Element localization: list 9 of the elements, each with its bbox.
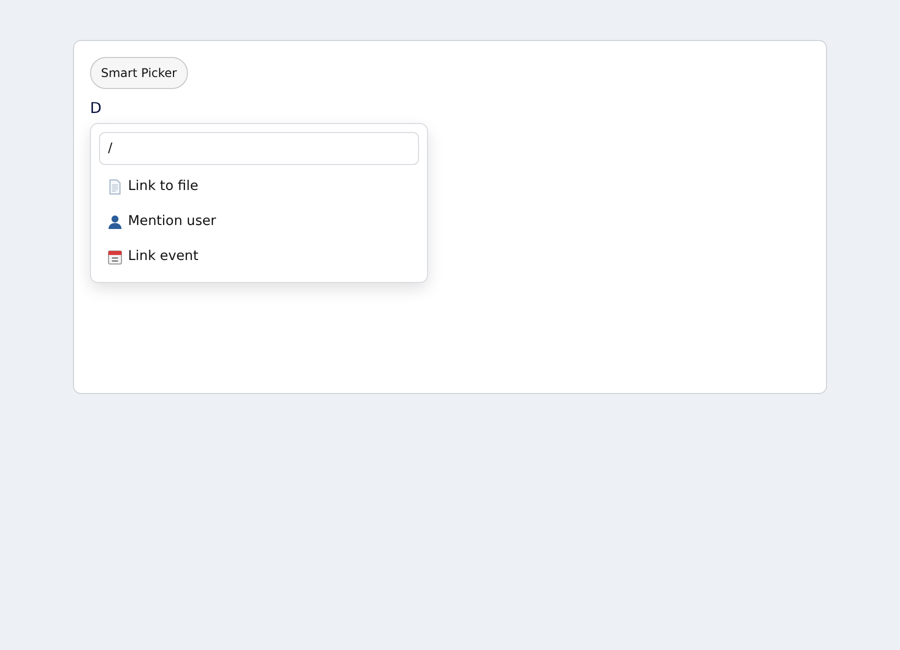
picker-option[interactable]: Mention user	[99, 204, 419, 239]
calendar-icon	[107, 248, 123, 264]
smart-picker-button[interactable]: Smart Picker	[90, 57, 188, 89]
search-field[interactable]: /	[99, 132, 419, 165]
document-icon	[107, 178, 123, 194]
picker-option[interactable]: Link to file	[99, 169, 419, 204]
picker-option[interactable]: Link event	[99, 239, 419, 274]
document-text: D	[90, 99, 102, 117]
user-icon	[107, 214, 123, 230]
